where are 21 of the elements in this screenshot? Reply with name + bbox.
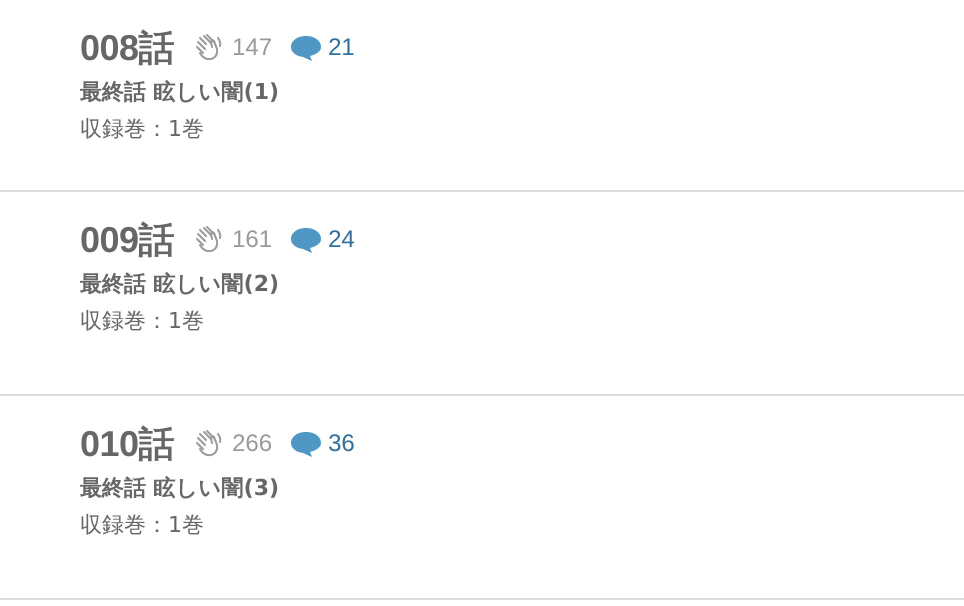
episode-number: 010話 [80, 422, 174, 466]
comment-icon [290, 34, 322, 62]
volume-label: 収録巻：1巻 [80, 308, 205, 336]
episode-title: 最終話 眩しい闇(2) [80, 270, 280, 299]
comment-icon [290, 430, 322, 458]
volume-label: 収録巻：1巻 [80, 116, 205, 144]
clap-count: 266 [232, 430, 274, 458]
comment-icon [290, 226, 322, 254]
episode-number: 009話 [80, 218, 174, 262]
episode-row[interactable]: 009話 161 24 最終話 眩しい闇(2) 収録巻：1巻 [0, 192, 964, 396]
episode-row[interactable]: 008話 147 21 最終話 眩しい闇(1) 収録巻：1巻 [0, 0, 964, 192]
comment-count: 21 [328, 34, 355, 62]
clap-count: 161 [232, 226, 274, 254]
episode-row[interactable]: 010話 266 36 最終話 眩しい闇(3) 収録巻：1巻 [0, 396, 964, 600]
episode-title: 最終話 眩しい闇(1) [80, 78, 280, 107]
clap-count: 147 [232, 34, 274, 62]
comment-count: 24 [328, 226, 355, 254]
comment-count: 36 [328, 430, 355, 458]
episode-number: 008話 [80, 26, 174, 70]
episode-title: 最終話 眩しい闇(3) [80, 474, 280, 503]
volume-label: 収録巻：1巻 [80, 512, 205, 540]
